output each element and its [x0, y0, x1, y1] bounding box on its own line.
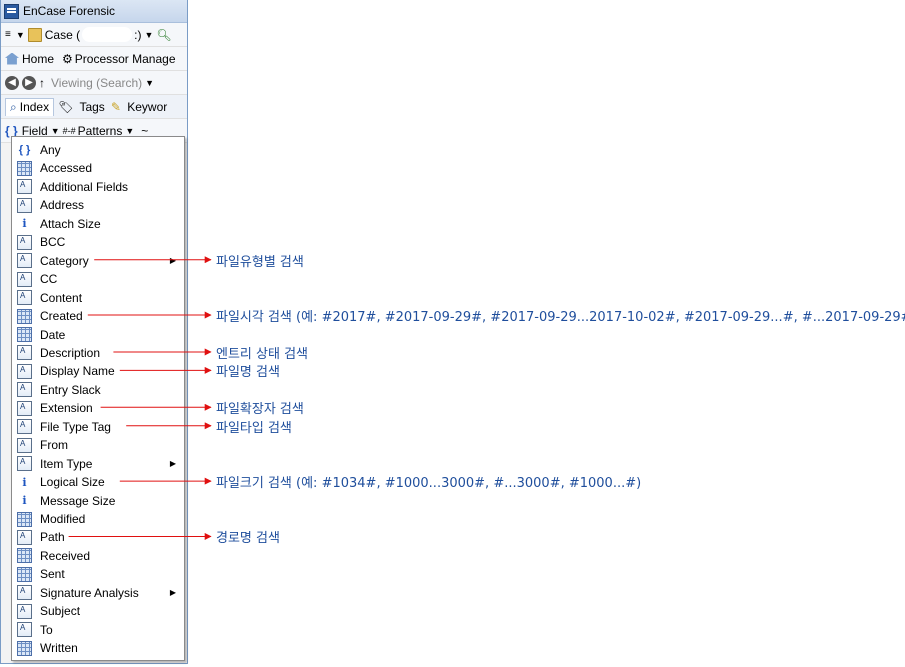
annotation-text: 파일타입 검색: [216, 420, 292, 436]
annotation-arrows-layer: [68, 256, 212, 540]
annotation-text: 파일유형별 검색: [216, 254, 304, 270]
annotation-text: 파일확장자 검색: [216, 402, 304, 418]
annotation-text: 경로명 검색: [216, 531, 280, 547]
annotation-text: 파일시각 검색 (예: #2017#, #2017-09-29#, #2017-…: [216, 310, 905, 326]
annotation-text: 파일명 검색: [216, 365, 280, 381]
annotation-text: 파일크기 검색 (예: #1034#, #1000...3000#, #...3…: [216, 476, 642, 492]
annotation-text: 엔트리 상태 검색: [216, 346, 308, 362]
